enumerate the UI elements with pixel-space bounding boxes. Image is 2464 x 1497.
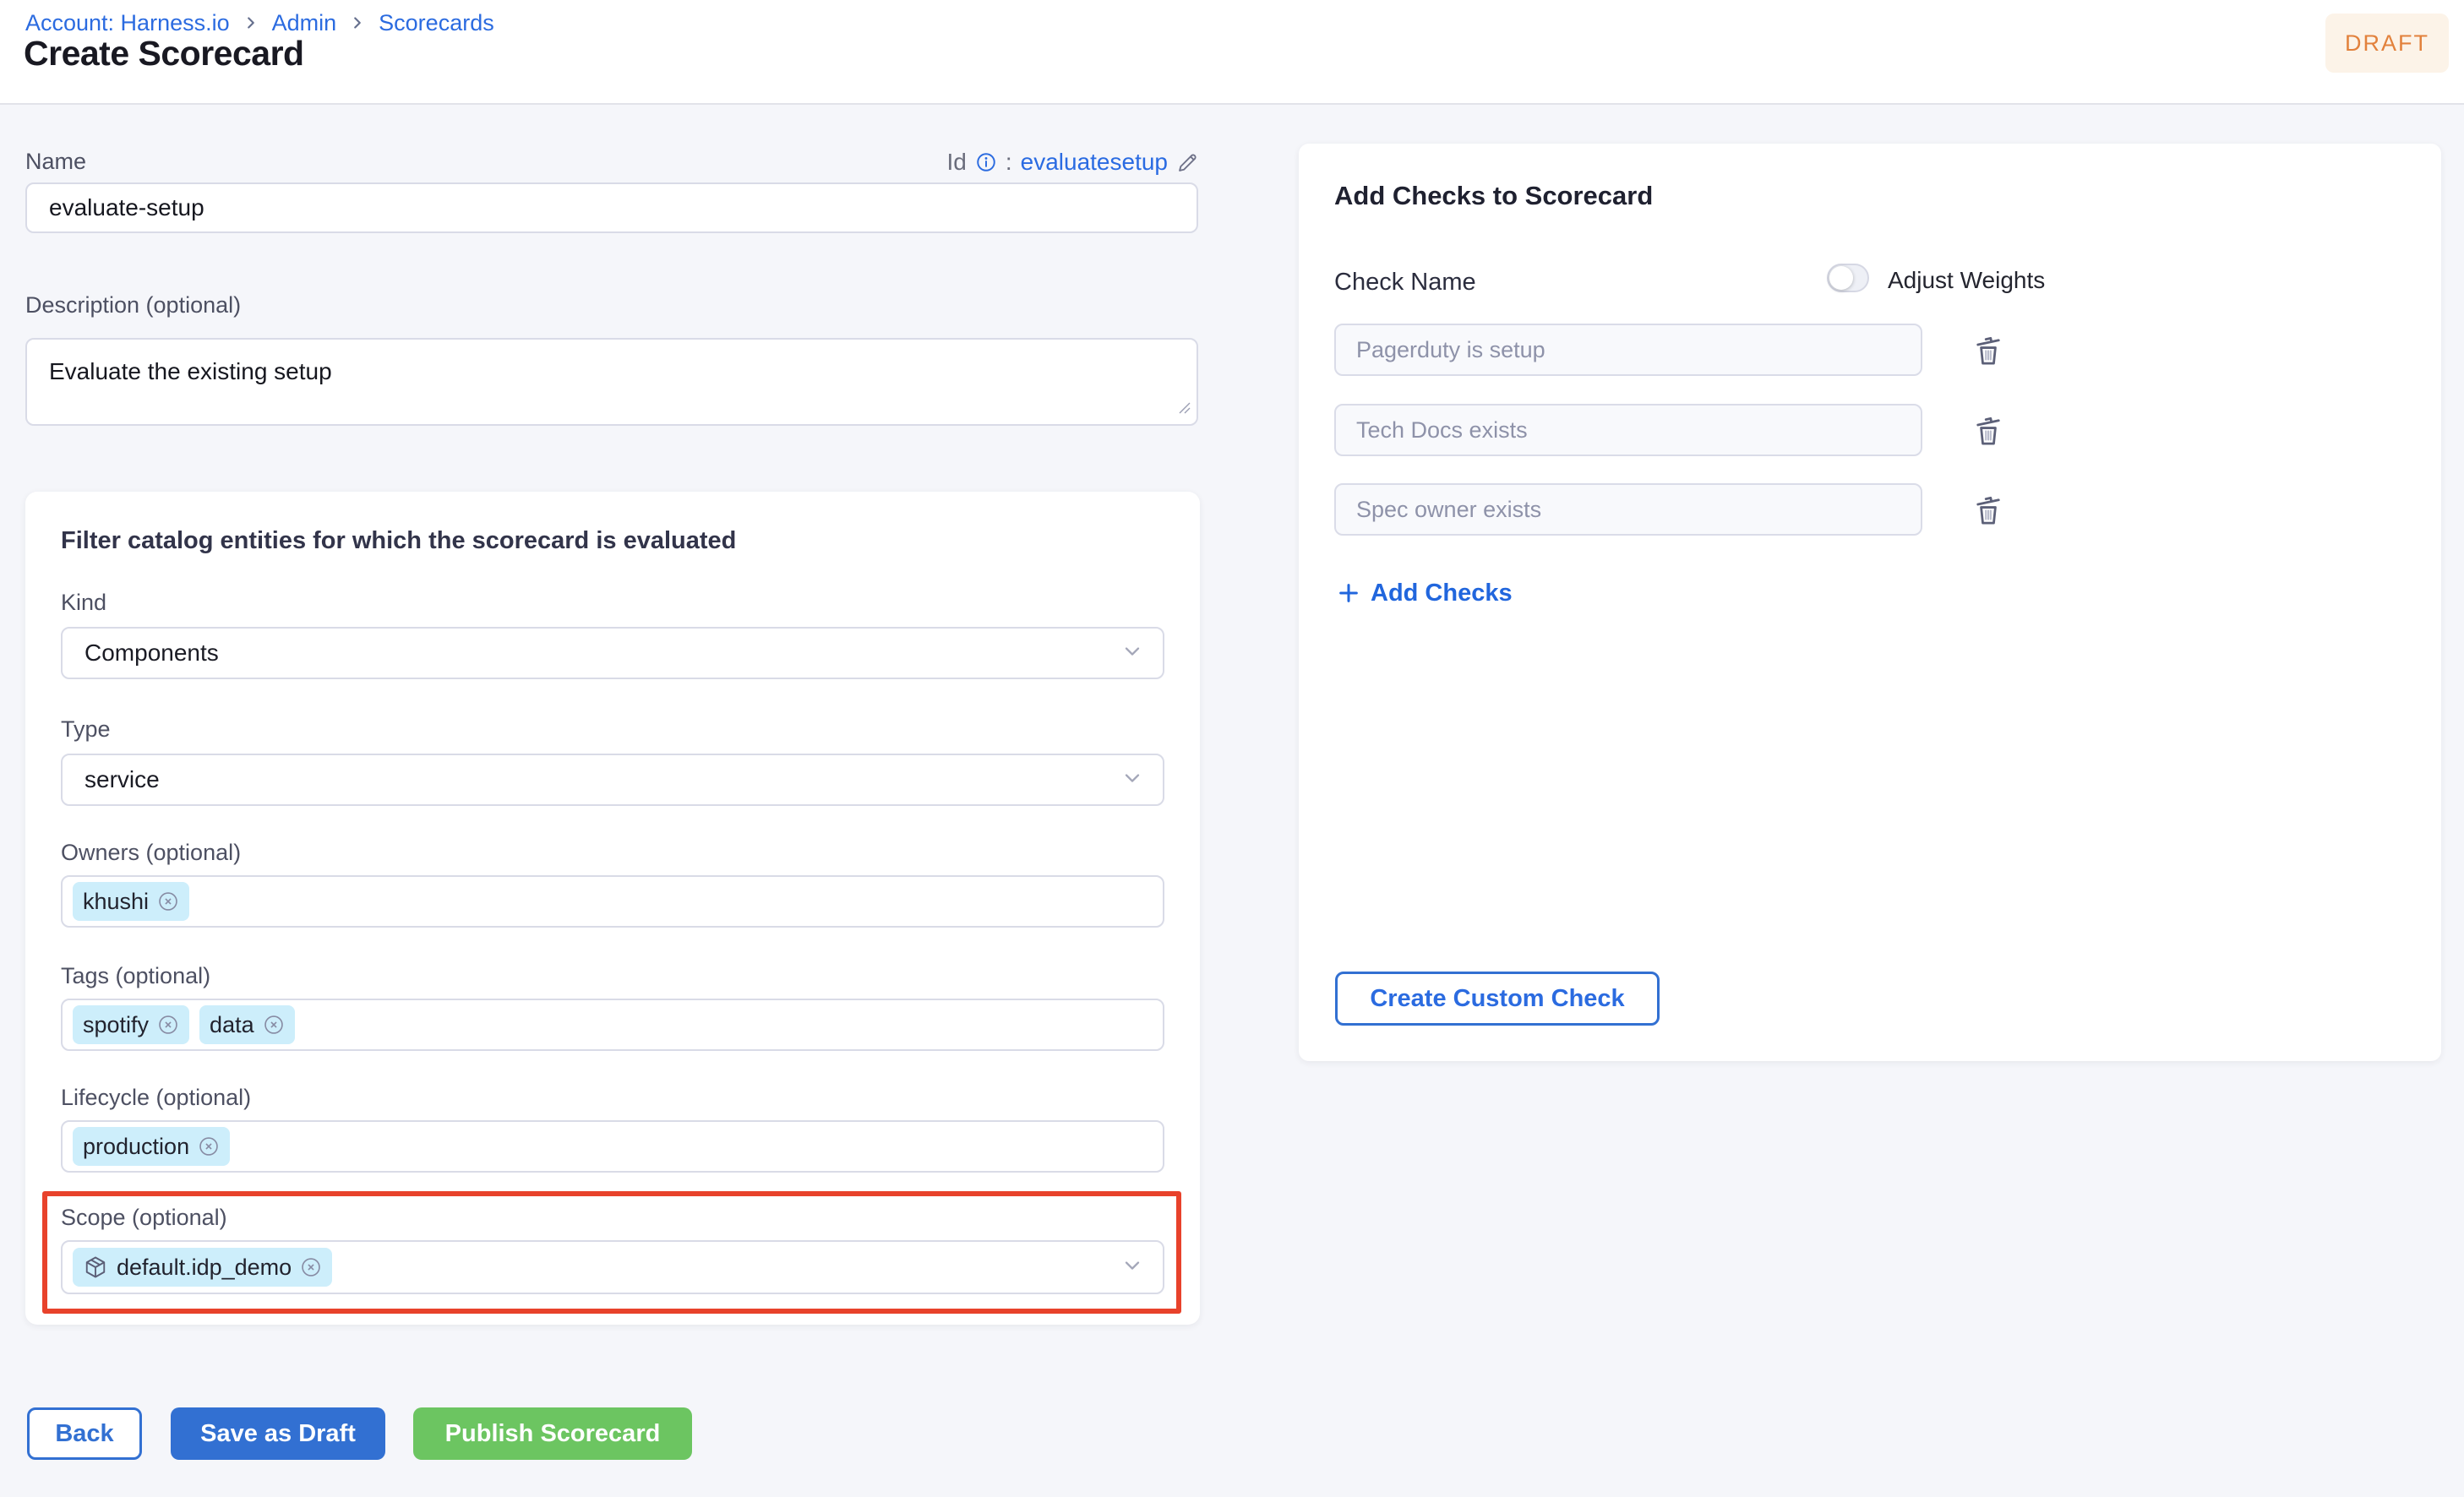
save-as-draft-button[interactable]: Save as Draft	[171, 1407, 385, 1460]
delete-check-button[interactable]	[1969, 487, 2008, 531]
id-row: Id : evaluatesetup	[947, 145, 1201, 179]
scope-chip-label: default.idp_demo	[117, 1255, 292, 1281]
name-label: Name	[25, 149, 86, 175]
create-custom-check-button[interactable]: Create Custom Check	[1335, 972, 1660, 1026]
description-textarea[interactable]: Evaluate the existing setup	[27, 340, 1197, 424]
trash-icon	[1971, 410, 2006, 450]
check-input-row	[1334, 324, 1922, 376]
remove-chip-icon[interactable]	[157, 1014, 179, 1036]
check-name-input[interactable]	[1336, 325, 1921, 374]
info-icon[interactable]	[975, 151, 997, 173]
remove-chip-icon[interactable]	[300, 1256, 322, 1278]
cube-icon	[83, 1255, 108, 1280]
chevron-down-icon	[1120, 766, 1144, 794]
chevron-right-icon	[242, 14, 260, 32]
name-input-wrap	[25, 182, 1198, 233]
adjust-weights-toggle[interactable]	[1827, 264, 1869, 292]
delete-check-button[interactable]	[1969, 408, 2008, 452]
type-value: service	[84, 766, 160, 793]
remove-chip-icon[interactable]	[157, 890, 179, 912]
publish-scorecard-button[interactable]: Publish Scorecard	[413, 1407, 692, 1460]
remove-chip-icon[interactable]	[263, 1014, 285, 1036]
edit-pencil-icon[interactable]	[1176, 150, 1200, 174]
page-title: Create Scorecard	[24, 34, 304, 73]
delete-check-button[interactable]	[1969, 328, 2008, 372]
id-separator: :	[1006, 149, 1012, 176]
breadcrumb: Account: Harness.io Admin Scorecards	[25, 8, 494, 37]
description-label: Description (optional)	[25, 292, 241, 318]
add-checks-label: Add Checks	[1371, 580, 1513, 607]
id-value: evaluatesetup	[1021, 149, 1168, 176]
adjust-weights-label: Adjust Weights	[1888, 267, 2045, 294]
breadcrumb-scorecards-link[interactable]: Scorecards	[379, 10, 494, 36]
tag-chip-label: data	[210, 1012, 254, 1038]
owner-chip-label: khushi	[83, 889, 149, 915]
breadcrumb-admin-link[interactable]: Admin	[272, 10, 337, 36]
owners-field[interactable]: khushi	[61, 875, 1164, 928]
tag-chip-label: spotify	[83, 1012, 149, 1038]
owner-chip: khushi	[73, 882, 189, 921]
type-label: Type	[61, 716, 111, 743]
kind-value: Components	[84, 640, 219, 667]
trash-icon	[1971, 489, 2006, 530]
type-select[interactable]: service	[61, 754, 1164, 806]
check-name-input[interactable]	[1336, 406, 1921, 455]
id-label: Id	[947, 149, 967, 176]
chevron-down-icon	[1120, 640, 1144, 667]
plus-icon	[1337, 581, 1360, 605]
tag-chip: data	[199, 1005, 295, 1044]
trash-icon	[1971, 329, 2006, 370]
check-input-row	[1334, 483, 1922, 536]
lifecycle-chip-label: production	[83, 1134, 189, 1160]
add-checks-card: Add Checks to Scorecard Check Name Adjus…	[1299, 144, 2441, 1061]
tags-field[interactable]: spotify data	[61, 999, 1164, 1051]
scope-chip: default.idp_demo	[73, 1248, 332, 1287]
check-name-column-label: Check Name	[1334, 269, 1476, 297]
create-scorecard-page: Account: Harness.io Admin Scorecards Cre…	[0, 0, 2464, 1497]
name-input[interactable]	[27, 184, 1197, 231]
lifecycle-chip: production	[73, 1127, 230, 1166]
scope-select[interactable]: default.idp_demo	[61, 1240, 1164, 1294]
check-input-row	[1334, 404, 1922, 456]
tag-chip: spotify	[73, 1005, 189, 1044]
add-checks-title: Add Checks to Scorecard	[1334, 181, 1653, 211]
lifecycle-label: Lifecycle (optional)	[61, 1085, 251, 1111]
description-box: Evaluate the existing setup	[25, 338, 1198, 426]
chevron-down-icon	[1120, 1254, 1144, 1282]
chevron-right-icon	[348, 14, 367, 32]
scope-label: Scope (optional)	[61, 1205, 227, 1231]
breadcrumb-account-link[interactable]: Account: Harness.io	[25, 10, 230, 36]
remove-chip-icon[interactable]	[198, 1135, 220, 1157]
owners-label: Owners (optional)	[61, 840, 241, 866]
resize-handle-icon[interactable]	[1178, 401, 1191, 419]
add-checks-link[interactable]: Add Checks	[1337, 576, 1513, 610]
status-badge: DRAFT	[2325, 14, 2449, 73]
check-name-input[interactable]	[1336, 485, 1921, 534]
page-header: Account: Harness.io Admin Scorecards Cre…	[0, 0, 2464, 105]
lifecycle-field[interactable]: production	[61, 1120, 1164, 1173]
tags-label: Tags (optional)	[61, 963, 210, 989]
kind-select[interactable]: Components	[61, 627, 1164, 679]
filter-card: Filter catalog entities for which the sc…	[25, 492, 1200, 1325]
toggle-knob	[1829, 266, 1853, 290]
back-button[interactable]: Back	[27, 1407, 142, 1460]
filter-title: Filter catalog entities for which the sc…	[61, 527, 736, 555]
kind-label: Kind	[61, 590, 106, 616]
